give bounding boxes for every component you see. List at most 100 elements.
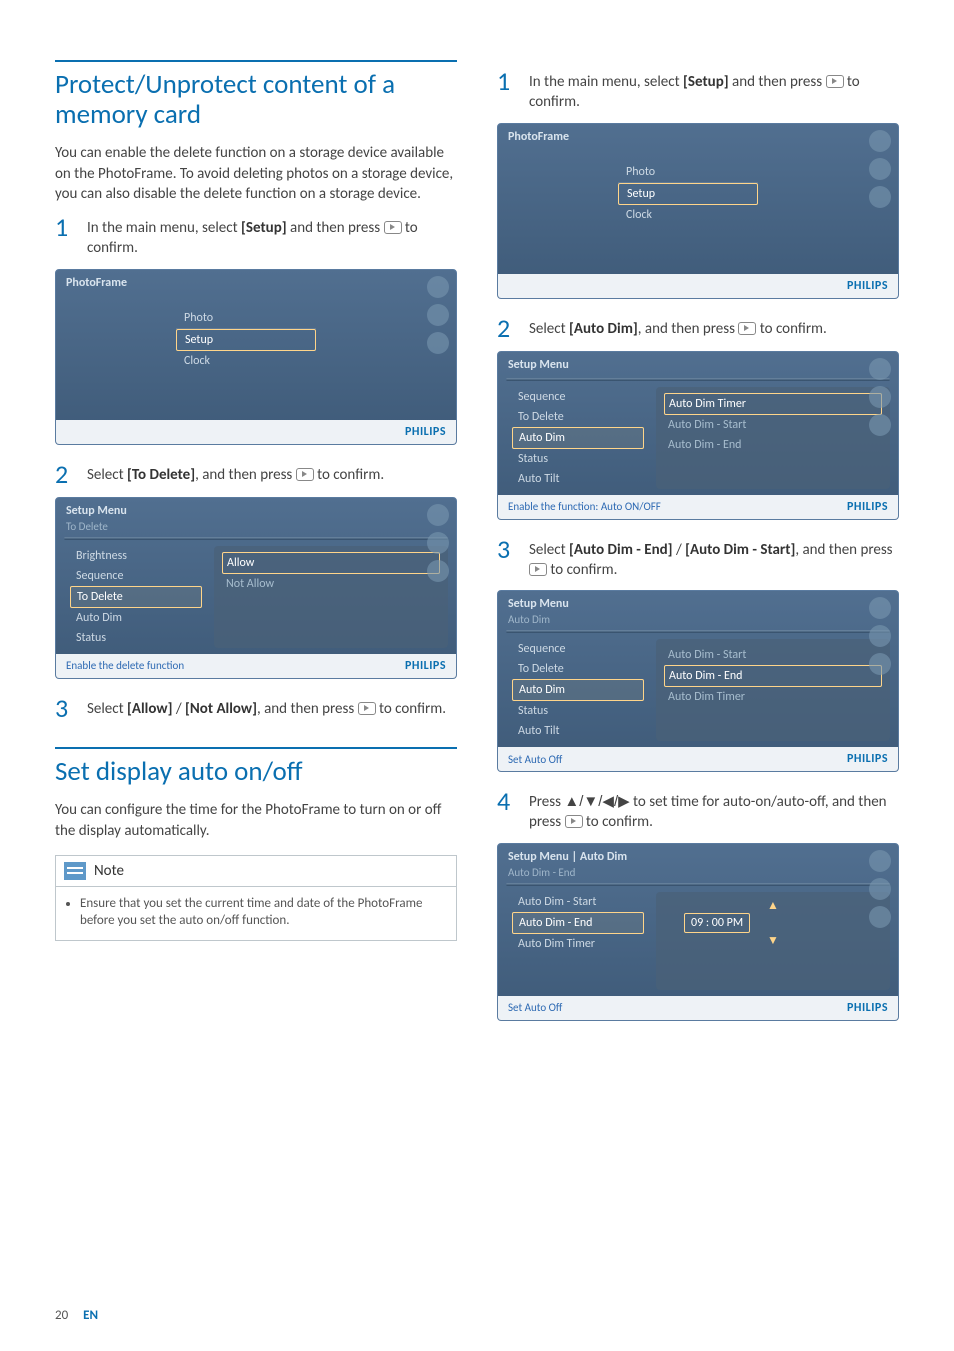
page-number: 20 [55,1308,68,1323]
menu-item-setup: Setup [176,329,316,351]
device-side-button [869,186,891,208]
left-column: Protect/Unprotect content of a memory ca… [55,60,457,1037]
setup-item: Auto Dim [70,608,202,628]
step-text: Select [529,320,569,338]
bold-autodim-start: [Auto Dim - Start] [685,541,795,559]
step-text: , and then press [257,700,358,718]
step-text: to confirm. [583,813,653,831]
up-arrow-icon: ▲ [664,898,882,913]
step-text: Select [87,466,127,484]
device-title: Setup Menu | Auto Dim [498,844,898,864]
option-item: Auto Dim Timer [664,393,882,415]
right-column: 1 In the main menu, select [Setup] and t… [497,60,899,1037]
page-lang: EN [83,1308,98,1323]
device-screenshot-mainmenu: PhotoFrame Photo Setup Clock PHILIPS [497,123,899,299]
option-allow: Allow [222,552,440,574]
device-side-button [869,653,891,675]
step-2-left: 2 Select [To Delete], and then press to … [55,461,457,487]
step-text: , and then press [195,466,296,484]
menu-item-clock: Clock [618,205,758,225]
setup-item: Brightness [70,546,202,566]
note-box: Note Ensure that you set the current tim… [55,855,457,941]
step-1-right: 1 In the main menu, select [Setup] and t… [497,68,899,113]
device-title: Setup Menu [56,498,456,518]
play-confirm-icon [384,221,402,234]
step-number: 2 [497,315,515,341]
philips-logo: PHILIPS [847,279,888,293]
device-hint: Set Auto Off [508,753,562,766]
device-hint: Enable the delete function [66,659,184,672]
device-side-button [869,158,891,180]
play-confirm-icon [296,468,314,481]
device-sub: Auto Dim [498,611,898,630]
device-title: PhotoFrame [56,270,456,290]
setup-item: Auto Dim - Start [512,892,644,912]
play-confirm-icon [826,75,844,88]
bold-notallow: [Not Allow] [185,700,257,718]
step-number: 4 [497,788,515,833]
device-screenshot-todelete: Setup Menu To Delete Brightness Sequence… [55,497,457,679]
setup-item-selected: To Delete [70,586,202,608]
step-text: , and then press [795,541,892,559]
option-item-selected: Auto Dim - End [664,665,882,687]
setup-item: Sequence [512,387,644,407]
step-number: 2 [55,461,73,487]
step-4-right: 4 Press ▲/▼/◀/▶ to set time for auto-on/… [497,788,899,833]
setup-item-selected: Auto Dim [512,427,644,449]
setup-item: Auto Dim Timer [512,934,644,954]
step-text: to confirm. [756,320,826,338]
device-side-button [427,532,449,554]
device-title: PhotoFrame [498,124,898,144]
device-sub: Auto Dim - End [498,864,898,883]
device-side-button [869,386,891,408]
step-text: and then press [287,219,384,237]
philips-logo: PHILIPS [405,659,446,673]
philips-logo: PHILIPS [405,425,446,439]
step-text: Select [87,700,127,718]
device-screenshot-time: Setup Menu | Auto Dim Auto Dim - End Aut… [497,843,899,1021]
device-side-button [427,504,449,526]
setup-item: Sequence [512,639,644,659]
menu-item-clock: Clock [176,351,316,371]
option-item: Auto Dim Timer [664,687,882,707]
play-confirm-icon [529,563,547,576]
device-side-button [869,878,891,900]
option-notallow: Not Allow [222,574,440,594]
step-number: 1 [497,68,515,113]
step-text: to confirm. [547,561,617,579]
philips-logo: PHILIPS [847,752,888,766]
device-screenshot-autodim-sub: Setup Menu Auto Dim Sequence To Delete A… [497,590,899,772]
step-text: to confirm. [314,466,384,484]
note-icon [64,862,86,880]
menu-item-photo: Photo [176,308,316,329]
intro-text: You can configure the time for the Photo… [55,800,457,841]
step-text: to confirm. [376,700,446,718]
setup-item: Sequence [70,566,202,586]
menu-item-photo: Photo [618,162,758,183]
play-confirm-icon [565,815,583,828]
step-text: Select [529,541,569,559]
step-1-left: 1 In the main menu, select [Setup] and t… [55,214,457,259]
device-title: Setup Menu [498,591,898,611]
setup-item: To Delete [512,407,644,427]
device-side-button [869,130,891,152]
setup-item-selected: Auto Dim - End [512,912,644,934]
note-body: Ensure that you set the current time and… [80,895,446,930]
page-footer: 20 EN [55,1308,98,1323]
step-text: In the main menu, select [87,219,241,237]
philips-logo: PHILIPS [847,500,888,514]
device-title: Setup Menu [498,352,898,372]
setup-item: Status [512,701,644,721]
setup-item: Status [70,628,202,648]
step-text: and then press [729,73,826,91]
device-side-button [427,276,449,298]
setup-item: Status [512,449,644,469]
step-number: 3 [497,536,515,581]
setup-item: Auto Tilt [512,721,644,741]
option-item: Auto Dim - End [664,435,882,455]
setup-item: To Delete [512,659,644,679]
setup-item: Auto Tilt [512,469,644,489]
device-side-button [427,560,449,582]
note-title: Note [94,862,124,880]
section-heading-autoonoff: Set display auto on/off [55,747,457,787]
